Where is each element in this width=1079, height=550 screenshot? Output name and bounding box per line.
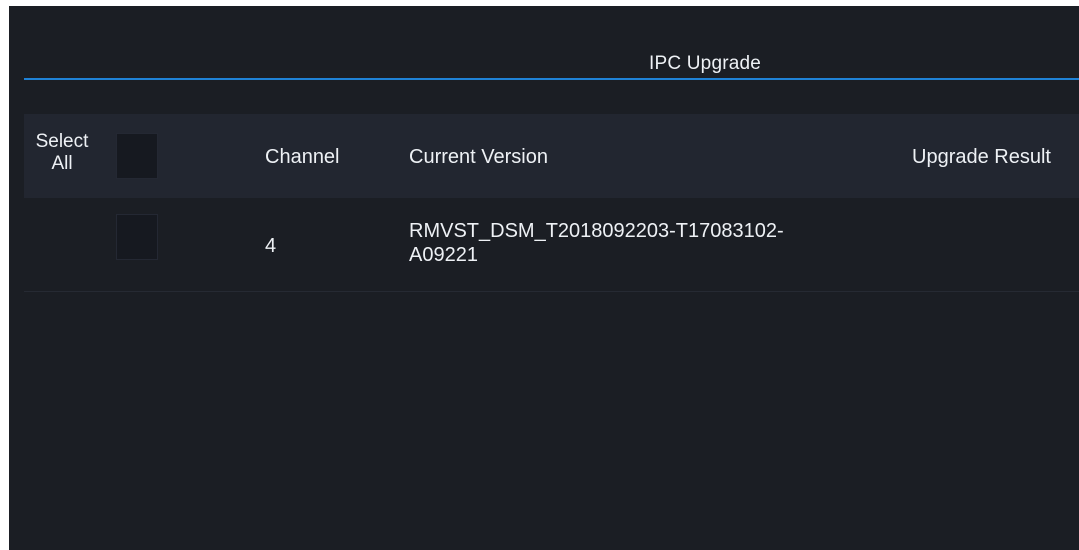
row-current-version-line-1: RMVST_DSM_T2018092203-T17083102- [409,220,784,242]
table-header: Select All Channel Current Version Upgra… [24,114,1079,198]
row-channel-cell: 4 [265,235,277,257]
current-version-column-header: Current Version [409,146,548,168]
page-title: IPC Upgrade [649,53,762,74]
title-divider [24,78,1079,80]
select-all-label-line-1: Select [35,131,89,152]
row-current-version-cell: RMVST_DSM_T2018092203-T17083102- A09221 [409,219,879,267]
select-all-label: Select All [32,131,92,175]
row-current-version-line-2: A09221 [409,244,478,266]
title-bar: IPC Upgrade [9,6,1079,80]
channel-column-header: Channel [265,146,340,168]
select-all-label-line-2: All [51,153,73,174]
upgrade-result-column-header: Upgrade Result [912,146,1051,168]
select-all-checkbox[interactable] [116,133,158,179]
ipc-upgrade-screen: IPC Upgrade Select All Channel Current V… [9,6,1079,550]
row-select-checkbox[interactable] [116,214,158,260]
table-row[interactable]: 4 RMVST_DSM_T2018092203-T17083102- A0922… [24,198,1079,292]
